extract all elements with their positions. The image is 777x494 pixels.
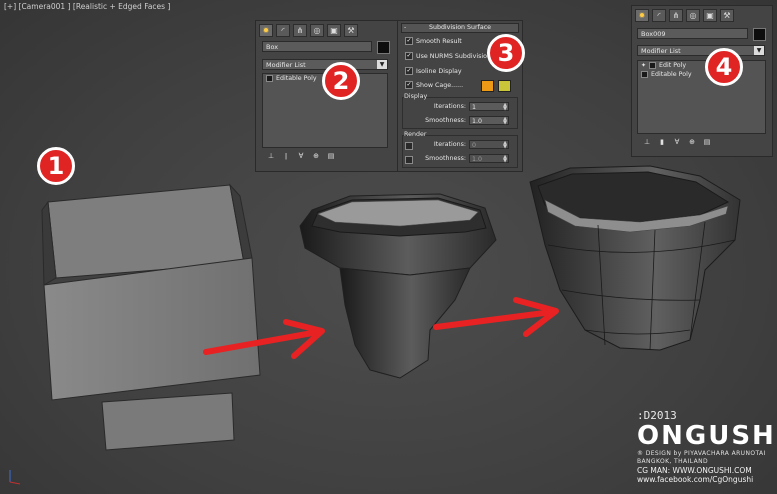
object-color-swatch[interactable] <box>753 28 766 41</box>
object-color-swatch[interactable] <box>377 41 390 54</box>
display-smoothness-spinner[interactable]: 1.0 ▲ ▼ <box>469 116 509 126</box>
hierarchy-icon[interactable]: ⋔ <box>293 24 307 37</box>
stack-buttons: ⊥ ▮ ∀ ⊕ ▤ <box>642 138 712 147</box>
smooth-cup-object <box>299 193 497 379</box>
stack-item-label: Edit Poly <box>659 62 687 69</box>
expand-plus-icon: ✦ <box>641 62 647 69</box>
check-icon: ✓ <box>405 52 413 60</box>
pin-stack-icon[interactable]: ⊥ <box>266 152 276 161</box>
collapse-minus-icon: - <box>404 24 407 31</box>
use-nurms-label: Use NURMS Subdivision <box>416 52 491 60</box>
smooth-result-label: Smooth Result <box>416 37 462 45</box>
spinner-arrows-icon: ▲ ▼ <box>503 140 507 150</box>
check-icon: ✓ <box>405 37 413 45</box>
logo-credit: ® DESIGN by PIYAVACHARA ARUNOTAI <box>637 450 766 457</box>
remove-modifier-icon[interactable]: ⊕ <box>687 138 697 147</box>
show-end-result-icon[interactable]: ǀ <box>281 152 291 161</box>
motion-icon[interactable]: ◎ <box>310 24 324 37</box>
stack-item-label: Editable Poly <box>276 75 317 82</box>
utilities-hammer-icon[interactable]: ⚒ <box>720 9 734 22</box>
box-object <box>41 183 261 451</box>
logo-site: CG MAN: WWW.ONGUSHI.COM <box>637 466 752 475</box>
pin-stack-icon[interactable]: ⊥ <box>642 138 652 147</box>
modifier-list-dropdown[interactable]: Modifier List ▼ <box>637 45 765 56</box>
render-smoothness-spinner[interactable]: 1.0 ▲ ▼ <box>469 154 509 164</box>
smooth-result-checkbox[interactable]: ✓ Smooth Result <box>405 37 462 45</box>
sun-create-icon[interactable]: ✹ <box>259 24 273 37</box>
cage-color-2[interactable] <box>498 80 511 92</box>
modify-curve-icon[interactable]: ◜ <box>276 24 290 37</box>
display-icon[interactable]: ▣ <box>327 24 341 37</box>
isoline-display-label: Isoline Display <box>416 67 462 75</box>
render-smoothness-label: Smoothness: <box>425 155 466 162</box>
modify-panel-box: ✹ ◜ ⋔ ◎ ▣ ⚒ Box Modifier List ▼ Editable… <box>255 20 398 172</box>
arrow-icon-2 <box>433 297 559 337</box>
use-nurms-checkbox[interactable]: ✓ Use NURMS Subdivision <box>405 52 491 60</box>
axis-gizmo-icon <box>9 470 21 485</box>
stack-buttons: ⊥ ǀ ∀ ⊕ ▤ <box>266 152 336 161</box>
render-iterations-label: Iterations: <box>433 141 466 148</box>
ongushi-logo: :D2013 ONGUSHI ® DESIGN by PIYAVACHARA A… <box>637 409 777 484</box>
display-group-label: Display <box>404 93 428 100</box>
motion-icon[interactable]: ◎ <box>686 9 700 22</box>
display-icon[interactable]: ▣ <box>703 9 717 22</box>
stack-item-edit-poly[interactable]: ✦ Edit Poly <box>638 61 765 70</box>
spinner-arrows-icon: ▲ ▼ <box>503 116 507 126</box>
display-smoothness-value: 1.0 <box>472 118 483 125</box>
chevron-down-icon: ▼ <box>377 60 387 69</box>
modifier-list-label: Modifier List <box>266 61 306 69</box>
modifier-list-label: Modifier List <box>641 47 681 55</box>
stack-item-label: Editable Poly <box>651 71 692 78</box>
check-icon: ✓ <box>405 81 413 89</box>
sun-create-icon[interactable]: ✹ <box>635 9 649 22</box>
cage-color-1[interactable] <box>481 80 494 92</box>
render-smoothness-value: 1.0 <box>472 156 483 163</box>
rollout-header[interactable]: - Subdivision Surface <box>401 23 519 33</box>
faceted-cup-object <box>529 165 741 351</box>
make-unique-icon[interactable]: ∀ <box>672 138 682 147</box>
stack-item-editable-poly[interactable]: Editable Poly <box>638 70 765 79</box>
command-tabs: ✹ ◜ ⋔ ◎ ▣ ⚒ <box>635 9 734 22</box>
logo-brand: ONGUSHI <box>637 421 777 451</box>
render-group-label: Render <box>404 131 427 138</box>
spinner-arrows-icon: ▲ ▼ <box>503 102 507 112</box>
configure-modifier-sets-icon[interactable]: ▤ <box>326 152 336 161</box>
show-end-result-icon[interactable]: ▮ <box>657 138 667 147</box>
show-cage-checkbox[interactable]: ✓ Show Cage...... <box>405 81 463 89</box>
display-iterations-spinner[interactable]: 1 ▲ ▼ <box>469 102 509 112</box>
display-iterations-label: Iterations: <box>433 103 466 110</box>
hierarchy-icon[interactable]: ⋔ <box>669 9 683 22</box>
display-smoothness-label: Smoothness: <box>425 117 466 124</box>
modify-curve-icon[interactable]: ◜ <box>652 9 666 22</box>
viewport[interactable]: [+] [Camera001 ] [Realistic + Edged Face… <box>0 0 777 494</box>
check-icon: ✓ <box>405 67 413 75</box>
spinner-arrows-icon: ▲ ▼ <box>503 154 507 164</box>
show-cage-label: Show Cage...... <box>416 81 464 89</box>
command-tabs: ✹ ◜ ⋔ ◎ ▣ ⚒ <box>259 24 358 37</box>
utilities-hammer-icon[interactable]: ⚒ <box>344 24 358 37</box>
step-badge-3: 3 <box>487 34 525 72</box>
display-iterations-value: 1 <box>472 104 477 111</box>
object-name-field[interactable]: Box <box>262 41 372 52</box>
remove-modifier-icon[interactable]: ⊕ <box>311 152 321 161</box>
render-iterations-value: 0 <box>472 142 477 149</box>
make-unique-icon[interactable]: ∀ <box>296 152 306 161</box>
logo-facebook: www.facebook.com/CgOngushi <box>637 475 754 484</box>
modifier-stack[interactable]: ✦ Edit Poly Editable Poly <box>637 60 766 134</box>
chevron-down-icon: ▼ <box>754 46 764 55</box>
step-badge-1: 1 <box>37 147 75 185</box>
object-name-field[interactable]: Box009 <box>637 28 748 39</box>
isoline-display-checkbox[interactable]: ✓ Isoline Display <box>405 67 462 75</box>
stack-bulb-icon <box>266 75 273 82</box>
modify-panel-box009: ✹ ◜ ⋔ ◎ ▣ ⚒ Box009 Modifier List ▼ ✦ Edi… <box>631 5 773 157</box>
step-badge-2: 2 <box>322 62 360 100</box>
step-badge-4: 4 <box>705 48 743 86</box>
configure-modifier-sets-icon[interactable]: ▤ <box>702 138 712 147</box>
stack-bulb-icon <box>649 62 657 69</box>
stack-bulb-icon <box>641 71 648 78</box>
rollout-title: Subdivision Surface <box>428 24 492 31</box>
logo-city: BANGKOK, THAILAND <box>637 458 708 465</box>
render-iterations-spinner[interactable]: 0 ▲ ▼ <box>469 140 509 150</box>
